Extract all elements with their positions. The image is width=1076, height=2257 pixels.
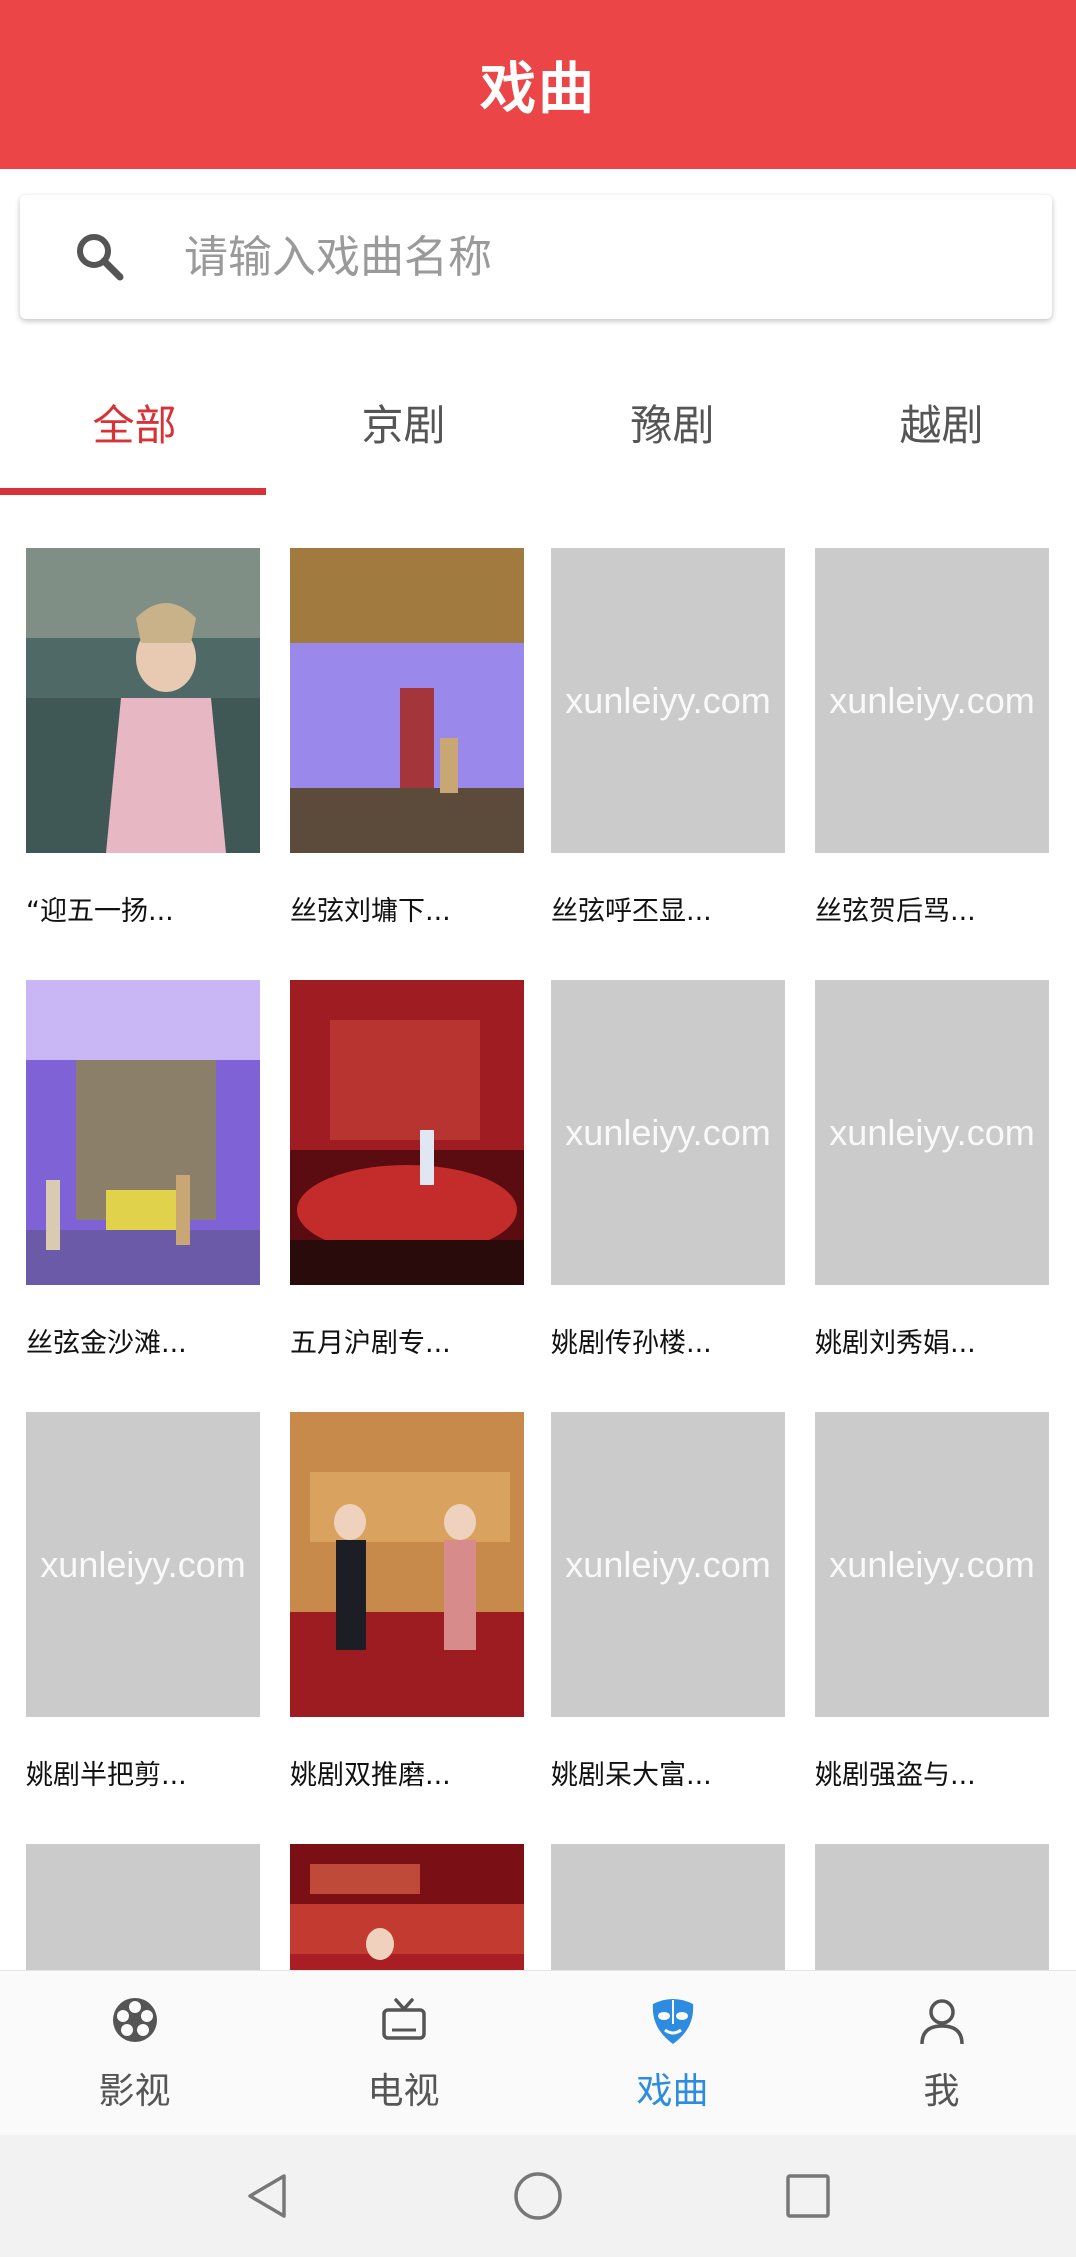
thumbnail-placeholder (815, 1844, 1049, 1970)
nav-movies[interactable]: 影视 (0, 1971, 269, 2135)
thumbnail-placeholder: xunleiyy.com (551, 980, 785, 1285)
card-title: 丝弦金沙滩... (26, 1328, 187, 1359)
thumbnail-stage-photo (290, 980, 524, 1285)
opera-card[interactable]: xunleiyy.com 姚剧呆大富... (551, 1412, 785, 1792)
thumbnail-stage-photo (290, 1412, 524, 1717)
tab-henan-opera[interactable]: 豫剧 (538, 350, 807, 495)
card-title: 丝弦贺后骂... (815, 896, 976, 927)
app-header: 戏曲 (0, 0, 1076, 169)
opera-card[interactable]: 五月沪剧专... (290, 980, 524, 1360)
tab-indicator (0, 488, 266, 495)
card-title: 丝弦呼丕显... (551, 896, 712, 927)
nav-opera[interactable]: 戏曲 (538, 1971, 807, 2135)
placeholder-watermark: xunleiyy.com (40, 1543, 246, 1585)
nav-label: 影视 (98, 2071, 171, 2112)
system-navigation-bar (0, 2135, 1076, 2257)
tv-icon (376, 1992, 432, 2048)
home-icon[interactable] (508, 2166, 568, 2226)
bottom-navigation: 影视 电视 戏曲 我 (0, 1970, 1076, 2135)
nav-me[interactable]: 我 (807, 1971, 1076, 2135)
thumbnail-stage-photo (26, 980, 260, 1285)
card-title: 姚剧双推磨... (290, 1760, 451, 1791)
tab-label: 越剧 (899, 401, 984, 450)
back-icon[interactable] (238, 2166, 298, 2226)
opera-mask-icon (645, 1992, 701, 2048)
film-reel-icon (107, 1992, 163, 2048)
thumbnail-stage-photo (26, 548, 260, 853)
opera-card[interactable]: “迎五一扬... (26, 548, 260, 928)
placeholder-watermark: xunleiyy.com (565, 1111, 771, 1153)
search-icon (70, 227, 130, 287)
thumbnail-placeholder: xunleiyy.com (551, 1412, 785, 1717)
thumbnail-placeholder: xunleiyy.com (815, 980, 1049, 1285)
card-title: 姚剧呆大富... (551, 1760, 712, 1791)
thumbnail-stage-photo (290, 548, 524, 853)
card-title: 姚剧强盗与... (815, 1760, 976, 1791)
opera-grid: “迎五一扬... 丝弦刘墉下... xunleiyy.com 丝弦呼丕显... … (0, 548, 1076, 1970)
opera-card[interactable]: xunleiyy.com 姚剧传孙楼... (551, 980, 785, 1360)
tab-label: 豫剧 (630, 401, 715, 450)
placeholder-watermark: xunleiyy.com (565, 679, 771, 721)
card-title: 姚剧传孙楼... (551, 1328, 712, 1359)
thumbnail-placeholder: xunleiyy.com (26, 1412, 260, 1717)
opera-card[interactable] (290, 1844, 524, 1970)
recents-icon[interactable] (778, 2166, 838, 2226)
nav-label: 电视 (367, 2071, 440, 2112)
placeholder-watermark: xunleiyy.com (565, 1543, 771, 1585)
tab-all[interactable]: 全部 (0, 350, 269, 495)
card-title: 五月沪剧专... (290, 1328, 451, 1359)
tab-peking-opera[interactable]: 京剧 (269, 350, 538, 495)
card-title: “迎五一扬... (26, 896, 174, 927)
opera-card[interactable]: xunleiyy.com 姚剧刘秀娟... (815, 980, 1049, 1360)
tab-yue-opera[interactable]: 越剧 (807, 350, 1076, 495)
opera-card[interactable] (26, 1844, 260, 1970)
search-input[interactable] (184, 231, 1052, 283)
opera-card[interactable]: 丝弦刘墉下... (290, 548, 524, 928)
thumbnail-placeholder: xunleiyy.com (815, 548, 1049, 853)
category-tabs: 全部 京剧 豫剧 越剧 (0, 350, 1076, 495)
opera-card[interactable]: xunleiyy.com 姚剧半把剪... (26, 1412, 260, 1792)
card-title: 姚剧半把剪... (26, 1760, 187, 1791)
nav-tv[interactable]: 电视 (269, 1971, 538, 2135)
opera-card[interactable]: 姚剧双推磨... (290, 1412, 524, 1792)
opera-card[interactable]: xunleiyy.com 姚剧强盗与... (815, 1412, 1049, 1792)
page-title: 戏曲 (480, 57, 596, 122)
thumbnail-placeholder: xunleiyy.com (815, 1412, 1049, 1717)
placeholder-watermark: xunleiyy.com (829, 1111, 1035, 1153)
opera-card[interactable] (551, 1844, 785, 1970)
thumbnail-placeholder: xunleiyy.com (551, 548, 785, 853)
opera-card[interactable] (815, 1844, 1049, 1970)
nav-label: 我 (923, 2071, 960, 2112)
thumbnail-stage-photo (290, 1844, 524, 1970)
opera-card[interactable]: xunleiyy.com 丝弦呼丕显... (551, 548, 785, 928)
card-title: 丝弦刘墉下... (290, 896, 451, 927)
search-bar[interactable] (20, 195, 1052, 319)
opera-card[interactable]: xunleiyy.com 丝弦贺后骂... (815, 548, 1049, 928)
opera-card[interactable]: 丝弦金沙滩... (26, 980, 260, 1360)
placeholder-watermark: xunleiyy.com (829, 1543, 1035, 1585)
placeholder-watermark: xunleiyy.com (829, 679, 1035, 721)
tab-label: 京剧 (361, 401, 446, 450)
tab-label: 全部 (92, 401, 177, 450)
user-icon (914, 1992, 970, 2048)
thumbnail-placeholder (26, 1844, 260, 1970)
nav-label: 戏曲 (636, 2071, 709, 2112)
thumbnail-placeholder (551, 1844, 785, 1970)
card-title: 姚剧刘秀娟... (815, 1328, 976, 1359)
